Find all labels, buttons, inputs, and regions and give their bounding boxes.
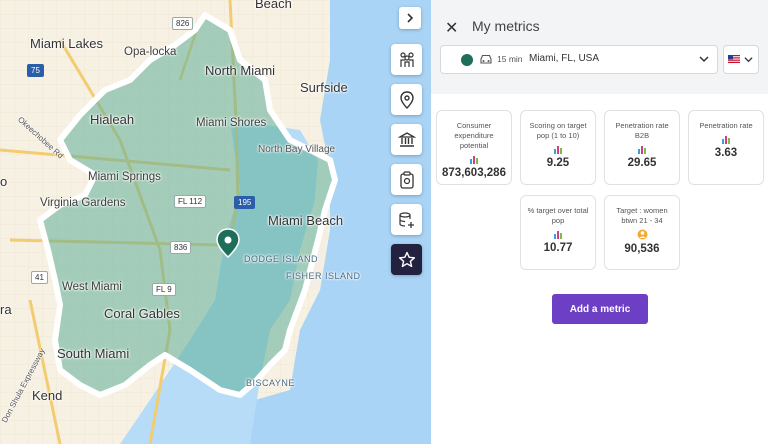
metric-label: Penetration rate — [699, 121, 753, 130]
chart-icon — [638, 146, 646, 154]
metric-value: 29.65 — [627, 157, 657, 169]
population-icon — [399, 51, 414, 67]
map-label: Miami Lakes — [30, 36, 103, 51]
panel-header: ✕ My metrics 15 min Miami, FL, USA — [431, 0, 768, 94]
metric-card[interactable]: Consumer expenditure potential 873,603,2… — [436, 110, 512, 185]
car-icon — [480, 54, 492, 64]
map-label: Coral Gables — [104, 306, 180, 321]
clipboard-icon — [399, 170, 414, 189]
person-icon — [637, 229, 647, 240]
location-tool-button[interactable] — [391, 84, 422, 115]
location-pin-icon — [399, 90, 414, 109]
metric-value: 10.77 — [543, 242, 573, 254]
database-add-icon — [398, 211, 414, 228]
chevron-right-icon — [407, 13, 414, 23]
road-shield: 41 — [31, 271, 48, 284]
map-label: o — [0, 174, 8, 189]
travel-time: 15 min — [497, 54, 523, 64]
map-label: BISCAYNE — [246, 378, 295, 388]
institution-tool-button[interactable] — [391, 124, 422, 155]
chart-icon — [554, 146, 562, 154]
chart-icon — [722, 136, 730, 144]
road-shield: FL 112 — [174, 195, 207, 208]
panel-title: My metrics — [472, 18, 540, 34]
map-label: Virginia Gardens — [40, 197, 126, 209]
metric-label: Consumer expenditure potential — [454, 121, 494, 150]
metric-card[interactable]: Scoring on target pop (1 to 10) 9.25 — [520, 110, 596, 185]
metric-card[interactable]: Target : women btwn 21 - 34 90,536 — [604, 195, 680, 270]
country-select[interactable] — [723, 45, 759, 74]
map-label: FISHER ISLAND — [286, 271, 361, 281]
map-label: Hialeah — [90, 112, 135, 127]
road-shield: 195 — [234, 196, 256, 209]
road-shield: 826 — [172, 17, 194, 30]
chart-icon — [470, 156, 478, 164]
population-tool-button[interactable] — [391, 44, 422, 75]
metric-label: Target : women btwn 21 - 34 — [616, 206, 668, 225]
road-shield: 836 — [170, 241, 192, 254]
map-label: North Bay Village — [258, 144, 336, 155]
report-tool-button[interactable] — [391, 164, 422, 195]
map-label: Miami Beach — [268, 213, 344, 228]
metric-value: 873,603,286 — [442, 167, 506, 179]
metric-value: 90,536 — [624, 243, 660, 255]
chevron-down-icon — [699, 56, 709, 63]
metrics-panel: ✕ My metrics 15 min Miami, FL, USA Consu… — [431, 0, 768, 444]
metric-label: % target over total pop — [527, 206, 589, 225]
star-icon — [398, 251, 415, 267]
map-label: Beach — [255, 0, 292, 11]
map-label: South Miami — [57, 346, 130, 361]
metric-card[interactable]: % target over total pop 10.77 — [520, 195, 596, 270]
road-shield: FL 9 — [152, 283, 176, 296]
map-label: North Miami — [205, 63, 276, 78]
map-label: Miami Shores — [196, 117, 267, 129]
metric-value: 3.63 — [714, 147, 738, 159]
expand-panel-button[interactable] — [399, 7, 421, 29]
location-name: Miami, FL, USA — [529, 53, 600, 64]
bank-icon — [397, 131, 416, 147]
map-label: Kend — [32, 388, 63, 403]
map-label: Miami Springs — [88, 171, 161, 183]
metric-label: Penetration rate B2B — [615, 121, 669, 140]
isochrone-color-dot — [461, 54, 473, 66]
add-data-tool-button[interactable] — [391, 204, 422, 235]
metric-card[interactable]: Penetration rate 3.63 — [688, 110, 764, 185]
metric-card[interactable]: Penetration rate B2B 29.65 — [604, 110, 680, 185]
map-label: Opa-locka — [124, 46, 177, 58]
location-select[interactable]: 15 min Miami, FL, USA — [440, 45, 718, 74]
map-view[interactable]: Beach Miami Lakes Opa-locka North Miami … — [0, 0, 431, 444]
map-label: ra — [0, 302, 12, 317]
road-shield: 75 — [27, 64, 44, 77]
metric-value: 9.25 — [546, 157, 570, 169]
metric-label: Scoring on target pop (1 to 10) — [529, 121, 587, 140]
map-label: Surfside — [300, 80, 348, 95]
us-flag-icon — [728, 55, 740, 63]
favorites-tool-button[interactable] — [391, 244, 422, 275]
close-icon[interactable]: ✕ — [445, 18, 458, 38]
chevron-down-icon — [744, 57, 753, 63]
map-label: West Miami — [62, 281, 122, 293]
chart-icon — [554, 231, 562, 239]
map-label: DODGE ISLAND — [244, 254, 319, 264]
add-metric-button[interactable]: Add a metric — [552, 294, 648, 324]
